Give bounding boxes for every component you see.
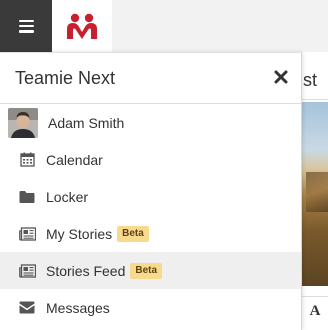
navigation-drawer: Teamie Next Adam Smith Calendar Locker M…	[0, 52, 302, 330]
background-photo	[302, 102, 328, 286]
menu-item-label: Stories Feed	[46, 262, 126, 279]
envelope-icon	[18, 299, 36, 317]
menu-item-label: Locker	[46, 188, 89, 205]
menu-item-label: Messages	[46, 299, 110, 316]
background-heading: st	[303, 69, 318, 90]
top-bar	[0, 0, 328, 52]
beta-badge: Beta	[130, 262, 163, 279]
beta-badge: Beta	[117, 225, 149, 242]
menu-toggle-button[interactable]	[0, 0, 52, 52]
logo[interactable]	[52, 0, 112, 52]
newspaper-icon	[18, 262, 36, 280]
menu-item-stories-feed[interactable]: Stories Feed Beta	[0, 252, 301, 289]
menu-item-profile[interactable]: Adam Smith	[0, 104, 301, 141]
close-icon[interactable]	[273, 69, 289, 85]
menu-item-label: Calendar	[46, 151, 103, 168]
menu-item-my-stories[interactable]: My Stories Beta	[0, 215, 301, 252]
menu-item-locker[interactable]: Locker	[0, 178, 301, 215]
drawer-header: Teamie Next	[0, 53, 301, 104]
background-divider	[300, 99, 328, 100]
hamburger-icon	[18, 19, 34, 33]
avatar	[8, 107, 38, 138]
folder-icon	[18, 188, 36, 206]
teamie-logo-icon	[67, 13, 97, 39]
menu-item-messages[interactable]: Messages	[0, 289, 301, 326]
menu-item-label: My Stories	[46, 225, 113, 242]
drawer-title: Teamie Next	[15, 67, 116, 88]
calendar-icon	[18, 151, 36, 169]
menu-item-label: Adam Smith	[48, 114, 125, 131]
newspaper-icon	[18, 225, 36, 243]
menu-item-calendar[interactable]: Calendar	[0, 141, 301, 178]
background-font-button[interactable]: A	[302, 296, 328, 326]
